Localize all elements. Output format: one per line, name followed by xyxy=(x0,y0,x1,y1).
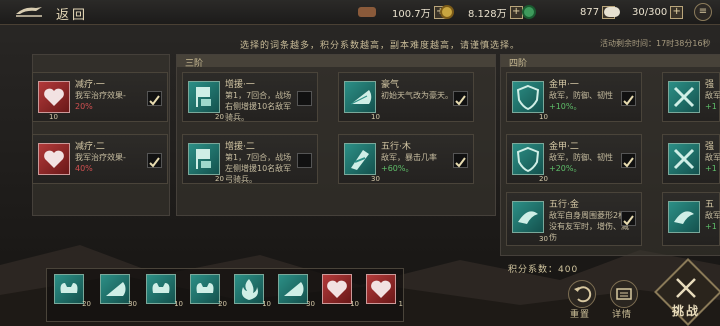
resource-copper: 8.128万 + xyxy=(440,4,523,20)
jade-coin-icon xyxy=(522,5,536,19)
score-coefficient: 积分系数：400 xyxy=(508,265,579,275)
metal-element-icon xyxy=(668,201,700,233)
affix-card[interactable]: 强 敌军 +1 xyxy=(662,134,720,184)
select-checkbox[interactable] xyxy=(453,153,468,168)
affix-card[interactable]: 20 增援·一 第1，7回合，战场右侧增援10名敌军骑兵。 xyxy=(182,72,318,122)
select-checkbox[interactable] xyxy=(621,153,636,168)
affix-card[interactable]: 强 敌军 +1 xyxy=(662,72,720,122)
back-button[interactable]: 返回 xyxy=(56,4,88,23)
shield-icon xyxy=(512,81,544,113)
top-bar: 返回 100.7万 + 8.128万 + 877 + 30/300 + ≡ xyxy=(0,0,720,25)
shield-icon xyxy=(512,143,544,175)
crossed-swords-icon xyxy=(668,143,700,175)
copper-coin-icon xyxy=(440,5,454,19)
resource-grain: 30/300 + xyxy=(604,4,684,20)
metal-element-icon xyxy=(512,201,544,233)
fan-icon xyxy=(344,81,376,113)
heart-icon[interactable]: 10 xyxy=(322,274,359,308)
reset-label: 重置 xyxy=(570,310,591,320)
reset-icon xyxy=(574,286,592,303)
select-checkbox[interactable] xyxy=(297,153,312,168)
detail-button[interactable] xyxy=(610,280,638,308)
menu-button[interactable]: ≡ xyxy=(694,3,712,21)
fan-icon[interactable]: 30 xyxy=(278,274,315,308)
scroll-icon xyxy=(616,288,632,300)
affix-card[interactable]: 10 减疗·一 我军治疗效果- 20% xyxy=(32,72,168,122)
reinforce-banner-icon xyxy=(188,143,220,175)
detail-label: 详情 xyxy=(612,310,633,320)
affix-card[interactable]: 五 敌军 +1 xyxy=(662,192,720,246)
affix-card[interactable]: 20 金甲·二 敌军，防御、韧性 +20%。 xyxy=(506,134,642,184)
column-title: 四阶 xyxy=(509,59,528,69)
select-checkbox[interactable] xyxy=(621,211,636,226)
wood-icon xyxy=(358,7,376,17)
column-title: 三阶 xyxy=(185,59,204,69)
fan-icon[interactable]: 30 xyxy=(100,274,137,308)
add-copper-button[interactable]: + xyxy=(509,5,523,19)
grain-icon xyxy=(604,7,620,17)
back-arrow-icon[interactable] xyxy=(14,4,44,20)
muscle-icon[interactable]: 20 xyxy=(54,274,91,308)
affix-card[interactable]: 30 五行·金 敌军自身周围菱形2格没有友军时，增伤、减伤 xyxy=(506,192,642,246)
reset-button[interactable] xyxy=(568,280,596,308)
affix-card[interactable]: 10 金甲·一 敌军，防御、韧性 +10%。 xyxy=(506,72,642,122)
crossed-swords-icon xyxy=(676,278,696,298)
affix-card[interactable]: 30 五行·木 敌军，暴击几率 +60%。 xyxy=(338,134,474,184)
heart-icon xyxy=(38,143,70,175)
crossed-swords-icon xyxy=(668,81,700,113)
select-checkbox[interactable] xyxy=(297,91,312,106)
fight-label: 挑战 xyxy=(672,304,701,318)
resource-wood: 100.7万 + xyxy=(358,4,447,20)
select-checkbox[interactable] xyxy=(147,91,162,106)
wood-element-icon xyxy=(344,143,376,175)
muscle-icon[interactable]: 20 xyxy=(190,274,227,308)
heart-icon xyxy=(38,81,70,113)
heart-icon[interactable]: 1 xyxy=(366,274,403,308)
add-grain-button[interactable]: + xyxy=(670,5,684,19)
notice-text: 选择的词条越多，积分系数越高，副本难度越高，请谨慎选择。 xyxy=(240,41,521,51)
select-checkbox[interactable] xyxy=(621,91,636,106)
activity-timer: 活动剩余时间：17时38分16秒 xyxy=(600,39,711,48)
reinforce-banner-icon xyxy=(188,81,220,113)
affix-card[interactable]: 减疗·二 我军治疗效果- 40% xyxy=(32,134,168,184)
affix-card[interactable]: 20 增援·二 第1，7回合，战场左侧增援10名敌军弓骑兵。 xyxy=(182,134,318,184)
select-checkbox[interactable] xyxy=(453,91,468,106)
select-checkbox[interactable] xyxy=(147,153,162,168)
affix-card[interactable]: 10 豪气 初始天气改为豪天。 xyxy=(338,72,474,122)
muscle-icon[interactable]: 10 xyxy=(146,274,183,308)
flame-icon[interactable]: 10 xyxy=(234,274,271,308)
resource-jade: 877 + xyxy=(522,4,616,20)
